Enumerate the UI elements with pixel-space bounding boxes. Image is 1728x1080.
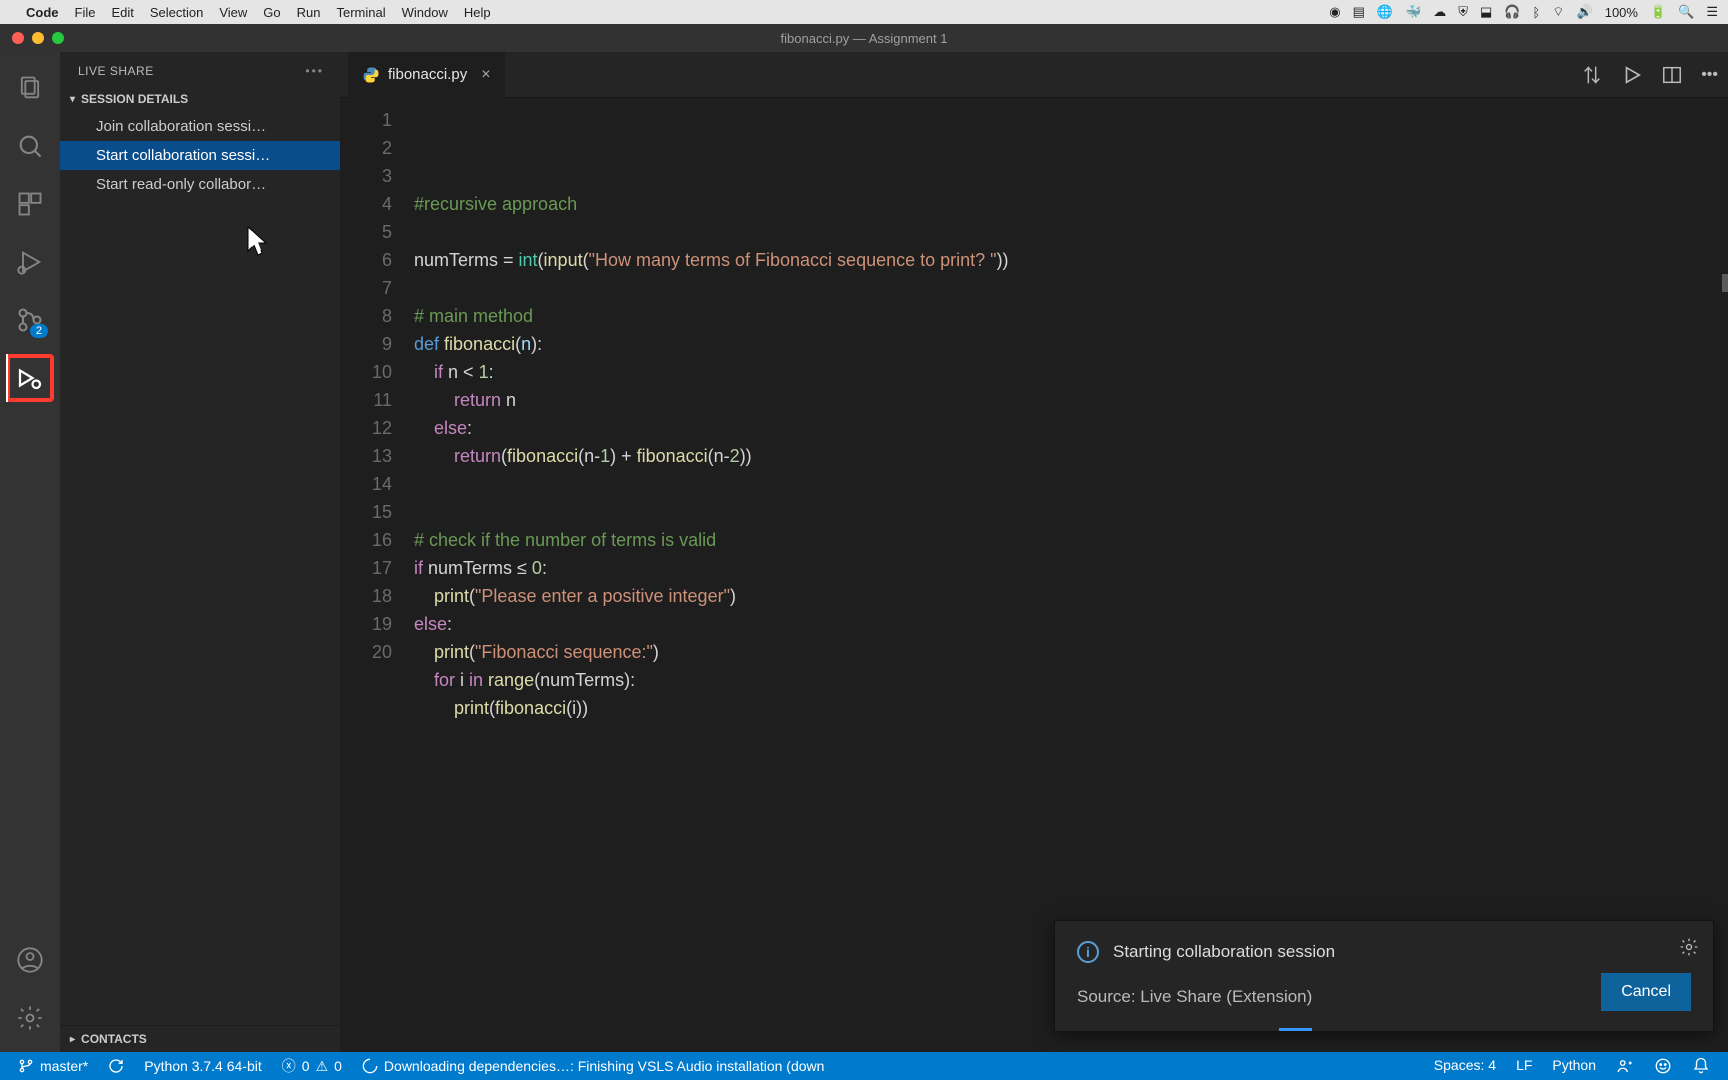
menu-window[interactable]: Window <box>402 5 448 20</box>
chevron-right-icon: ▸ <box>70 1034 75 1045</box>
wifi-icon[interactable]: ⌔ <box>1552 4 1564 20</box>
cloud-status-icon[interactable]: ☁︎ <box>1433 4 1446 20</box>
session-tree: Join collaboration sessi… Start collabor… <box>60 112 340 199</box>
window-close-button[interactable] <box>12 32 24 44</box>
explorer-icon[interactable] <box>6 64 54 112</box>
session-item-start-readonly[interactable]: Start read-only collabor… <box>60 170 340 199</box>
traffic-lights <box>0 32 64 44</box>
sync-icon <box>108 1058 124 1074</box>
spotlight-icon[interactable]: 🔍 <box>1678 4 1694 20</box>
toast-title: Starting collaboration session <box>1113 942 1335 962</box>
toast-source: Source: Live Share (Extension) <box>1077 987 1691 1007</box>
control-center-icon[interactable]: ☰ <box>1706 4 1718 20</box>
tab-fibonacci[interactable]: fibonacci.py × <box>348 52 505 98</box>
dropbox-status-icon[interactable]: ⬓ <box>1480 4 1492 20</box>
battery-icon[interactable]: 🔋 <box>1650 4 1666 20</box>
debug-icon[interactable] <box>6 238 54 286</box>
record-status-icon[interactable]: ◉ <box>1329 4 1340 20</box>
notification-toast: i Starting collaboration session Source:… <box>1054 920 1714 1032</box>
info-icon: i <box>1077 941 1099 963</box>
window-titlebar: fibonacci.py — Assignment 1 <box>0 24 1728 52</box>
section-session-details[interactable]: ▾ SESSION DETAILS <box>60 86 340 112</box>
tab-close-icon[interactable]: × <box>481 66 490 84</box>
status-sync[interactable] <box>98 1052 134 1080</box>
menu-go[interactable]: Go <box>263 5 280 20</box>
code-body[interactable]: 1234567891011121314151617181920 #recursi… <box>340 98 1728 1052</box>
bluetooth-icon[interactable]: ᛒ <box>1532 5 1540 20</box>
task-text: Downloading dependencies…: Finishing VSL… <box>384 1058 825 1074</box>
cancel-button[interactable]: Cancel <box>1601 973 1691 1011</box>
loading-icon <box>362 1058 378 1074</box>
headphones-status-icon[interactable]: 🎧 <box>1504 4 1520 20</box>
warning-count: 0 <box>334 1058 342 1074</box>
mac-menubar: Code File Edit Selection View Go Run Ter… <box>0 0 1728 24</box>
docker-status-icon[interactable]: 🐳 <box>1405 4 1421 20</box>
status-feedback-icon[interactable] <box>1644 1057 1682 1075</box>
chevron-down-icon: ▾ <box>70 94 75 105</box>
menu-help[interactable]: Help <box>464 5 491 20</box>
source-control-icon[interactable]: 2 <box>6 296 54 344</box>
editor: fibonacci.py × ••• 123456789101112131415… <box>340 52 1728 1052</box>
editor-tabs: fibonacci.py × ••• <box>340 52 1728 98</box>
sidebar-more-icon[interactable]: ••• <box>305 64 324 78</box>
volume-icon[interactable]: 🔊 <box>1577 4 1593 20</box>
live-share-icon[interactable] <box>6 354 54 402</box>
extensions-icon[interactable] <box>6 180 54 228</box>
menu-app-name[interactable]: Code <box>26 5 59 20</box>
branch-name: master* <box>40 1058 88 1074</box>
menu-file[interactable]: File <box>75 5 96 20</box>
status-python[interactable]: Python 3.7.4 64-bit <box>134 1052 272 1080</box>
status-branch[interactable]: master* <box>8 1052 98 1080</box>
menu-terminal[interactable]: Terminal <box>337 5 386 20</box>
session-item-start[interactable]: Start collaboration sessi… <box>60 141 340 170</box>
scm-badge: 2 <box>30 324 48 338</box>
menu-run[interactable]: Run <box>297 5 321 20</box>
sidebar-title: LIVE SHARE <box>78 64 154 78</box>
window-title: fibonacci.py — Assignment 1 <box>781 31 948 46</box>
toast-progress <box>1055 1028 1713 1031</box>
error-icon: ⓧ <box>282 1056 296 1076</box>
mac-status-right: ◉ ▤ 🌐 🐳 ☁︎ ⛨ ⬓ 🎧 ᛒ ⌔ 🔊 100% 🔋 🔍 ☰ <box>1329 0 1718 24</box>
git-branch-icon <box>18 1058 34 1074</box>
status-bell-icon[interactable] <box>1682 1057 1720 1075</box>
tab-filename: fibonacci.py <box>388 66 467 83</box>
battery-text[interactable]: 100% <box>1605 5 1638 20</box>
shield-status-icon[interactable]: ⛨ <box>1458 4 1468 20</box>
code-content[interactable]: #recursive approachnumTerms = int(input(… <box>410 98 1728 1052</box>
status-liveshare-icon[interactable] <box>1606 1057 1644 1075</box>
toast-settings-icon[interactable] <box>1679 937 1699 957</box>
split-editor-icon[interactable] <box>1661 64 1683 86</box>
status-task[interactable]: Downloading dependencies…: Finishing VSL… <box>352 1052 835 1080</box>
status-eol[interactable]: LF <box>1506 1057 1542 1073</box>
compare-changes-icon[interactable] <box>1581 64 1603 86</box>
run-icon[interactable] <box>1621 64 1643 86</box>
globe-icon[interactable]: 🌐 <box>1377 4 1393 20</box>
window-minimize-button[interactable] <box>32 32 44 44</box>
section-session-label: SESSION DETAILS <box>81 92 188 106</box>
menu-selection[interactable]: Selection <box>150 5 203 20</box>
status-problems[interactable]: ⓧ 0 ⚠ 0 <box>272 1052 352 1080</box>
section-contacts-label: CONTACTS <box>81 1032 147 1046</box>
menu-edit[interactable]: Edit <box>111 5 133 20</box>
session-item-join[interactable]: Join collaboration sessi… <box>60 112 340 141</box>
accounts-icon[interactable] <box>6 936 54 984</box>
status-language[interactable]: Python <box>1542 1057 1606 1073</box>
sidebar: LIVE SHARE ••• ▾ SESSION DETAILS Join co… <box>60 52 340 1052</box>
section-contacts[interactable]: ▸ CONTACTS <box>60 1026 340 1052</box>
editor-actions: ••• <box>1581 64 1718 86</box>
python-file-icon <box>362 66 380 84</box>
minimap-indicator <box>1722 274 1728 292</box>
status-bar: master* Python 3.7.4 64-bit ⓧ 0 ⚠ 0 Down… <box>0 1052 1728 1080</box>
search-icon[interactable] <box>6 122 54 170</box>
error-count: 0 <box>302 1058 310 1074</box>
menu-view[interactable]: View <box>219 5 247 20</box>
window-maximize-button[interactable] <box>52 32 64 44</box>
status-spaces[interactable]: Spaces: 4 <box>1424 1057 1506 1073</box>
dock-status-icon[interactable]: ▤ <box>1353 4 1365 20</box>
activity-bar: 2 <box>0 52 60 1052</box>
warning-icon: ⚠ <box>316 1058 329 1075</box>
line-gutter: 1234567891011121314151617181920 <box>340 98 410 1052</box>
editor-more-icon[interactable]: ••• <box>1701 66 1718 84</box>
settings-gear-icon[interactable] <box>6 994 54 1042</box>
